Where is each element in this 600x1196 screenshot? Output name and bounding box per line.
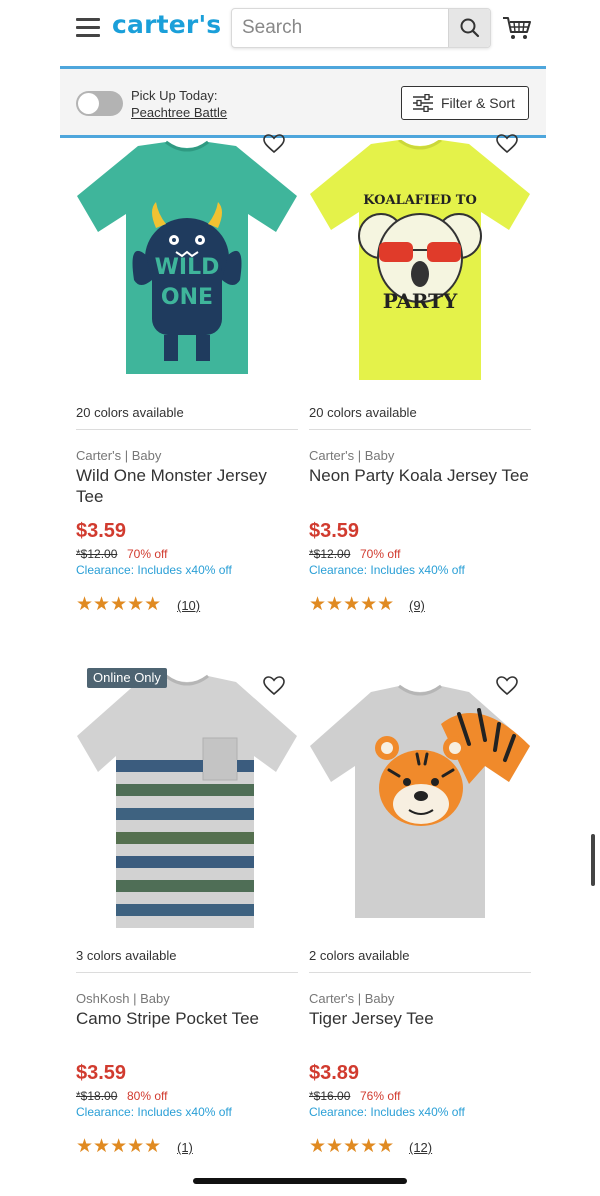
- star-rating: ★★★★★: [309, 1136, 395, 1157]
- graphic-text-top: KOALAFIED TO: [363, 193, 477, 208]
- home-indicator[interactable]: [193, 1178, 407, 1184]
- product-name[interactable]: Neon Party Koala Jersey Tee: [309, 465, 529, 486]
- sale-price: $3.59: [309, 520, 360, 542]
- pickup-title: Pick Up Today:: [131, 88, 218, 103]
- original-price: *$16.00: [309, 1089, 351, 1103]
- star-rating: ★★★★★: [76, 594, 162, 615]
- review-count-link[interactable]: (10): [177, 598, 200, 613]
- product-name[interactable]: Camo Stripe Pocket Tee: [76, 1008, 296, 1029]
- divider: [309, 972, 531, 973]
- search-icon: [460, 18, 479, 38]
- colors-available: 3 colors available: [76, 948, 177, 963]
- search-bar: [231, 8, 491, 48]
- hamburger-menu-icon[interactable]: [76, 18, 100, 38]
- product-name[interactable]: Tiger Jersey Tee: [309, 1008, 529, 1029]
- search-input[interactable]: [232, 9, 450, 47]
- cart-icon[interactable]: [502, 14, 532, 42]
- original-price: *$18.00: [76, 1089, 118, 1103]
- product-image-wild-one-tee[interactable]: WILD ONE: [76, 140, 298, 380]
- product-image-tiger-tee[interactable]: [309, 684, 531, 920]
- product-brand: Carter's | Baby: [76, 448, 162, 463]
- colors-available: 20 colors available: [76, 405, 184, 420]
- clearance-promo: Clearance: Includes x40% off: [309, 1105, 465, 1119]
- colors-available: 20 colors available: [309, 405, 417, 420]
- divider: [76, 429, 298, 430]
- colors-available: 2 colors available: [309, 948, 410, 963]
- review-count-link[interactable]: (12): [409, 1140, 432, 1155]
- product-name[interactable]: Wild One Monster Jersey Tee: [76, 465, 296, 507]
- svg-text:WILD: WILD: [155, 255, 220, 280]
- divider: [309, 429, 531, 430]
- filter-sort-label: Filter & Sort: [441, 95, 515, 111]
- pickup-today-toggle[interactable]: [76, 91, 123, 116]
- sale-price: $3.59: [76, 1062, 127, 1084]
- pickup-filter-bar: Pick Up Today: Peachtree Battle Filter &…: [60, 66, 546, 138]
- filter-sliders-icon: [413, 94, 433, 112]
- percent-off: 70% off: [360, 547, 401, 561]
- percent-off: 80% off: [127, 1089, 168, 1103]
- graphic-text-bottom: PARTY: [383, 289, 458, 313]
- original-price: *$12.00: [76, 547, 118, 561]
- svg-text:ONE: ONE: [161, 285, 213, 310]
- star-rating: ★★★★★: [309, 594, 395, 615]
- toggle-knob: [78, 93, 99, 114]
- original-price: *$12.00: [309, 547, 351, 561]
- online-only-badge: Online Only: [87, 668, 167, 688]
- product-image-koala-tee[interactable]: KOALAFIED TO PARTY: [309, 140, 531, 382]
- clearance-promo: Clearance: Includes x40% off: [76, 1105, 232, 1119]
- sale-price: $3.59: [76, 520, 127, 542]
- divider: [76, 972, 298, 973]
- product-image-camo-stripe-tee[interactable]: [76, 674, 298, 930]
- sale-price: $3.89: [309, 1062, 360, 1084]
- clearance-promo: Clearance: Includes x40% off: [76, 563, 232, 577]
- filter-sort-button[interactable]: Filter & Sort: [401, 86, 529, 120]
- percent-off: 76% off: [360, 1089, 401, 1103]
- product-brand: Carter's | Baby: [309, 448, 395, 463]
- search-button[interactable]: [448, 9, 490, 47]
- carters-logo[interactable]: carter's: [112, 10, 221, 39]
- product-brand: Carter's | Baby: [309, 991, 395, 1006]
- pickup-store-link[interactable]: Peachtree Battle: [131, 105, 227, 120]
- percent-off: 70% off: [127, 547, 168, 561]
- site-header: carter's: [0, 0, 600, 58]
- star-rating: ★★★★★: [76, 1136, 162, 1157]
- product-brand: OshKosh | Baby: [76, 991, 170, 1006]
- review-count-link[interactable]: (9): [409, 598, 425, 613]
- scrollbar[interactable]: [591, 834, 595, 886]
- clearance-promo: Clearance: Includes x40% off: [309, 563, 465, 577]
- review-count-link[interactable]: (1): [177, 1140, 193, 1155]
